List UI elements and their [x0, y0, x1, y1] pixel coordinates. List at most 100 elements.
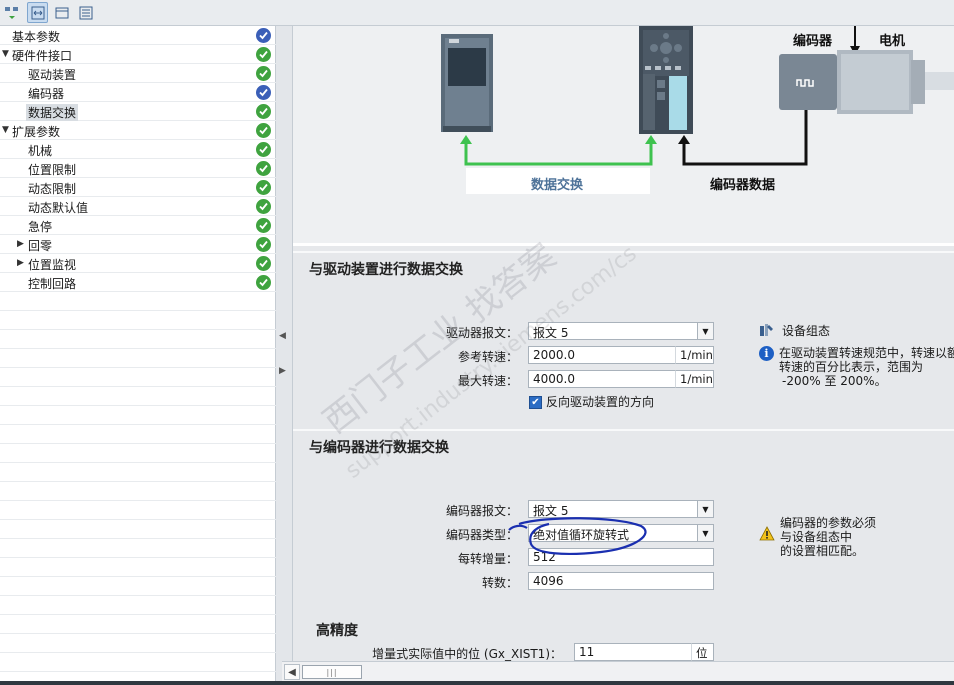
- tree-empty-row: [0, 368, 276, 387]
- drive-info-line-2: 转速的百分比表示，范围为: [779, 360, 924, 374]
- tree-empty-row: [0, 425, 276, 444]
- data-exchange-diagram: 数据交换 编码器数据 编码器 电机: [293, 26, 954, 246]
- check-icon: [256, 47, 271, 62]
- parameter-tree: 基本参数 ▼ 硬件件接口 驱动装置 编码器 数据交换 ▼ 扩展参数 机械 位置限…: [0, 26, 276, 681]
- controller-icon: [441, 34, 493, 132]
- tree-empty-row: [0, 406, 276, 425]
- tree-empty-row: [0, 653, 276, 672]
- drive-icon: [639, 26, 693, 134]
- ref-speed-unit: 1/min: [675, 346, 714, 364]
- encoder-section-title: 与编码器进行数据交换: [309, 440, 449, 456]
- precision-bits-input[interactable]: 11: [574, 643, 692, 661]
- invert-direction-label: 反向驱动装置的方向: [546, 395, 655, 409]
- warning-icon: [759, 526, 775, 544]
- check-icon: [256, 218, 271, 233]
- tree-empty-row: [0, 330, 276, 349]
- check-icon: [256, 199, 271, 214]
- device-config-link[interactable]: 设备组态: [782, 324, 830, 338]
- encoder-warning-line-3: 的设置相匹配。: [780, 544, 865, 558]
- tree-item-label: 编码器: [28, 87, 65, 101]
- tree-item-homing[interactable]: ▶ 回零: [0, 235, 276, 254]
- tree-item-label: 位置限制: [28, 163, 77, 177]
- revolutions-input[interactable]: 4096: [528, 572, 714, 590]
- drive-exchange-section: 与驱动装置进行数据交换 驱动器报文： 报文 5 ▼ 参考转速： 2000.0 1…: [293, 251, 954, 429]
- diagram-graphic: [441, 26, 954, 194]
- tree-item-mechanics[interactable]: 机械: [0, 140, 276, 159]
- folder-view-icon[interactable]: [51, 2, 72, 23]
- check-icon: [256, 180, 271, 195]
- motor-label: 电机: [879, 34, 906, 49]
- pane-splitter[interactable]: ◀ ▶: [276, 26, 293, 681]
- data-exchange-label: 数据交换: [531, 178, 584, 193]
- info-icon: i: [759, 346, 774, 361]
- data-link-line: [464, 138, 653, 166]
- tree-empty-row: [0, 387, 276, 406]
- tree-item-hardware-interface[interactable]: ▼ 硬件件接口: [0, 45, 276, 64]
- check-icon: [256, 28, 271, 43]
- tree-item-label: 数据交换: [26, 104, 79, 121]
- precision-bits-unit: 位: [691, 643, 714, 661]
- list-view-icon[interactable]: [75, 2, 96, 23]
- tree-empty-row: [0, 349, 276, 368]
- functional-view-icon[interactable]: [27, 2, 48, 23]
- invert-direction-checkbox[interactable]: ✔: [529, 396, 542, 409]
- network-view-icon[interactable]: [1, 2, 22, 23]
- scroll-left-icon[interactable]: ◀: [284, 664, 300, 680]
- precision-bits-label: 增量式实际值中的位 (Gx_XIST1)：: [372, 647, 562, 661]
- chevron-down-icon[interactable]: ▼: [697, 525, 713, 541]
- max-speed-input[interactable]: 4000.0: [528, 370, 676, 388]
- tree-empty-row: [0, 501, 276, 520]
- tree-item-basic-params[interactable]: 基本参数: [0, 26, 276, 45]
- tree-empty-row: [0, 520, 276, 539]
- tree-item-extended-params[interactable]: ▼ 扩展参数: [0, 121, 276, 140]
- tree-empty-row: [0, 463, 276, 482]
- ref-speed-label: 参考转速：: [457, 350, 518, 364]
- tree-item-dynamic-defaults[interactable]: 动态默认值: [0, 197, 276, 216]
- precision-bits-value: 11: [579, 645, 595, 659]
- tree-item-label: 驱动装置: [28, 68, 77, 82]
- check-icon: [256, 104, 271, 119]
- max-speed-label: 最大转速：: [457, 374, 518, 388]
- tree-item-position-limits[interactable]: 位置限制: [0, 159, 276, 178]
- collapsed-arrow-icon[interactable]: ▶: [17, 239, 24, 249]
- max-speed-value: 4000.0: [533, 372, 575, 386]
- tree-empty-row: [0, 634, 276, 653]
- tree-item-position-monitoring[interactable]: ▶ 位置监视: [0, 254, 276, 273]
- collapsed-arrow-icon[interactable]: ▶: [17, 258, 24, 268]
- encoder-data-label: 编码器数据: [710, 178, 776, 193]
- horizontal-scrollbar[interactable]: ◀ |||: [282, 661, 954, 681]
- drive-info-line-3: -200% 至 200%。: [782, 374, 887, 388]
- max-speed-unit: 1/min: [675, 370, 714, 388]
- tree-empty-row: [0, 577, 276, 596]
- tree-empty-row: [0, 539, 276, 558]
- tree-empty-row: [0, 615, 276, 634]
- check-icon: [256, 237, 271, 252]
- collapse-left-icon[interactable]: ◀: [279, 331, 286, 341]
- expand-right-icon[interactable]: ▶: [279, 366, 286, 376]
- annotation-circle: [508, 517, 647, 556]
- drive-telegram-select[interactable]: 报文 5 ▼: [528, 322, 714, 340]
- tree-item-control-loop[interactable]: 控制回路: [0, 273, 276, 292]
- expanded-arrow-icon[interactable]: ▼: [2, 49, 9, 59]
- chevron-down-icon[interactable]: ▼: [697, 323, 713, 339]
- drive-telegram-value: 报文 5: [533, 326, 569, 340]
- tree-item-drive[interactable]: 驱动装置: [0, 64, 276, 83]
- ref-speed-input[interactable]: 2000.0: [528, 346, 676, 364]
- tree-item-dynamic-limits[interactable]: 动态限制: [0, 178, 276, 197]
- tree-empty-row: [0, 558, 276, 577]
- revolutions-label: 转数：: [481, 576, 518, 590]
- device-config-icon[interactable]: [759, 323, 774, 341]
- expanded-arrow-icon[interactable]: ▼: [2, 125, 9, 135]
- tree-item-data-exchange[interactable]: 数据交换: [0, 102, 276, 121]
- scroll-thumb[interactable]: |||: [302, 665, 362, 679]
- encoder-label: 编码器: [793, 34, 833, 49]
- drive-section-title: 与驱动装置进行数据交换: [309, 262, 463, 278]
- drive-telegram-label: 驱动器报文：: [445, 326, 518, 340]
- chevron-down-icon[interactable]: ▼: [697, 501, 713, 517]
- tree-item-encoder[interactable]: 编码器: [0, 83, 276, 102]
- tree-item-emergency-stop[interactable]: 急停: [0, 216, 276, 235]
- tree-item-label: 回零: [28, 239, 53, 253]
- tree-item-label: 急停: [28, 220, 53, 234]
- tree-empty-row: [0, 311, 276, 330]
- check-icon: [256, 275, 271, 290]
